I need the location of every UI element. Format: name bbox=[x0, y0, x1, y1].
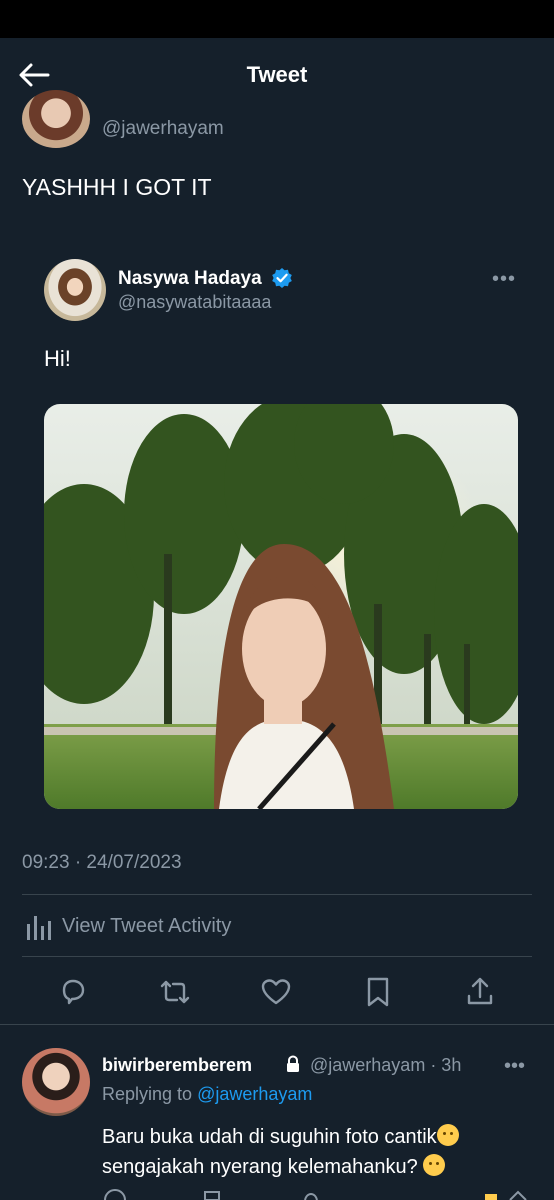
replying-to-label: Replying to @jawerhayam bbox=[102, 1084, 312, 1105]
tweet-photo[interactable] bbox=[44, 404, 518, 809]
reply-line-2: sengajakah nyerang kelemahanku? bbox=[102, 1156, 424, 1178]
share-icon[interactable] bbox=[462, 974, 498, 1010]
divider bbox=[0, 1024, 554, 1025]
pensive-face-emoji-icon bbox=[436, 1124, 459, 1146]
tweet-timestamp: 09:23 · 24/07/2023 bbox=[22, 852, 182, 873]
reply-action-row bbox=[104, 1189, 527, 1200]
replying-prefix: Replying to bbox=[102, 1084, 198, 1104]
quoted-author-handle[interactable]: @nasywatabitaaaa bbox=[118, 292, 271, 313]
more-options-icon[interactable]: ••• bbox=[504, 1055, 525, 1078]
more-options-icon[interactable]: ••• bbox=[492, 268, 516, 291]
retweet-icon[interactable] bbox=[157, 974, 193, 1010]
quoted-author-name[interactable]: Nasywa Hadaya bbox=[118, 268, 262, 290]
frowning-face-emoji-icon bbox=[423, 1154, 446, 1176]
mention-link[interactable]: @jawerhayam bbox=[197, 1084, 312, 1104]
author-handle[interactable]: @jawerhayam bbox=[102, 118, 224, 140]
bar-chart-icon bbox=[27, 916, 51, 940]
like-icon[interactable] bbox=[258, 974, 294, 1010]
reply-author-name[interactable]: biwirberemberem bbox=[102, 1055, 252, 1076]
quoted-tweet-text: Hi! bbox=[44, 346, 71, 371]
reply-icon[interactable] bbox=[55, 974, 91, 1010]
page-title: Tweet bbox=[246, 62, 308, 87]
verified-badge-icon bbox=[272, 268, 292, 288]
quoted-author-avatar[interactable] bbox=[44, 259, 106, 321]
reply-author-avatar[interactable] bbox=[22, 1048, 90, 1116]
author-avatar[interactable] bbox=[22, 90, 90, 148]
reply-author-meta: @jawerhayam · 3h bbox=[310, 1055, 462, 1075]
reply-text: Baru buka udah di suguhin foto cantik se… bbox=[102, 1122, 532, 1182]
top-app-bar: Tweet bbox=[0, 38, 554, 110]
tweet-text: YASHHH I GOT IT bbox=[22, 174, 212, 200]
view-tweet-activity-link[interactable]: View Tweet Activity bbox=[62, 915, 231, 938]
reply-line-1: Baru buka udah di suguhin foto cantik bbox=[102, 1126, 437, 1148]
lock-icon bbox=[287, 1055, 299, 1072]
divider bbox=[22, 894, 532, 895]
bookmark-icon[interactable] bbox=[360, 974, 396, 1010]
divider bbox=[22, 956, 532, 957]
status-bar bbox=[0, 0, 554, 38]
